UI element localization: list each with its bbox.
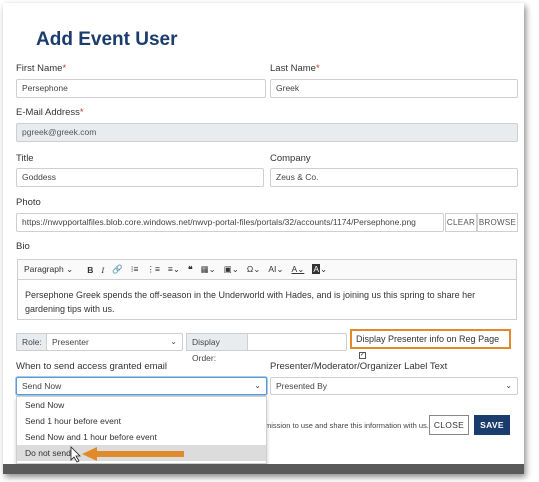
company-input[interactable]: Zeus & Co. — [270, 168, 518, 187]
last-name-input[interactable]: Greek — [270, 79, 518, 98]
display-presenter-toggle[interactable]: Display Presenter info on Reg Page✓ — [350, 329, 511, 360]
chevron-down-icon: ⌄ — [170, 337, 177, 346]
display-order-input[interactable] — [247, 333, 347, 351]
last-name-label: Last Name* — [270, 63, 320, 74]
first-name-input[interactable]: Persephone — [16, 79, 266, 98]
arrow-icon — [82, 447, 184, 461]
email-label: E-Mail Address* — [16, 107, 84, 118]
browse-photo-button[interactable]: BROWSE — [477, 213, 518, 232]
background-color-icon[interactable]: A⌄ — [312, 264, 327, 275]
dropdown-option[interactable]: Send Now — [17, 397, 266, 413]
first-name-label: First Name* — [16, 63, 67, 74]
role-label: Role: — [16, 333, 48, 351]
email-input[interactable]: pgreek@greek.com — [16, 123, 518, 142]
table-icon[interactable]: ▦⌄ — [201, 264, 216, 275]
paragraph-format-select[interactable]: Paragraph ⌄ — [24, 264, 73, 275]
chevron-down-icon: ⌄ — [505, 381, 512, 390]
close-button[interactable]: CLOSE — [429, 415, 469, 435]
media-icon[interactable]: ▣⌄ — [224, 264, 239, 275]
bio-label: Bio — [16, 241, 30, 252]
bio-editor[interactable]: Persephone Greek spends the off-season i… — [17, 279, 517, 320]
dropdown-option[interactable]: Send Now and 1 hour before event — [17, 429, 266, 445]
title-input[interactable]: Goddess — [16, 168, 264, 187]
add-event-user-dialog: Add Event User First Name* Persephone La… — [3, 3, 524, 474]
email-when-label: When to send access granted email — [16, 361, 168, 372]
dialog-title: Add Event User — [36, 29, 178, 50]
numbered-list-icon[interactable]: ⋮≡ — [146, 264, 159, 275]
bullet-list-icon[interactable]: ⁝≡ — [131, 264, 139, 275]
label-text-select[interactable]: Presented By ⌄ — [270, 377, 518, 395]
clear-photo-button[interactable]: CLEAR — [445, 213, 477, 232]
bottom-strip — [3, 464, 524, 474]
font-color-icon[interactable]: A⌄ — [292, 264, 305, 275]
font-size-icon[interactable]: AI⌄ — [268, 264, 283, 275]
annotation-arrow — [70, 446, 184, 463]
chevron-down-icon: ⌄ — [254, 381, 261, 390]
mouse-cursor-icon — [70, 446, 81, 463]
email-when-select[interactable]: Send Now ⌄ — [16, 377, 267, 395]
align-icon[interactable]: ≡⌄ — [168, 264, 180, 275]
label-text-label: Presenter/Moderator/Organizer Label Text — [270, 361, 448, 372]
bio-editor-toolbar: Paragraph ⌄ B I 🔗 ⁝≡ ⋮≡ ≡⌄ ❝ ▦⌄ ▣⌄ Ω⌄ AI… — [17, 259, 517, 279]
bold-icon[interactable]: B — [87, 265, 93, 275]
link-icon[interactable]: 🔗 — [112, 264, 123, 275]
display-presenter-checkbox[interactable]: ✓ — [359, 352, 366, 360]
photo-url-input[interactable]: https://nwvpportalfiles.blob.core.window… — [16, 213, 444, 232]
quote-icon[interactable]: ❝ — [188, 264, 193, 275]
title-label: Title — [16, 153, 34, 164]
special-chars-icon[interactable]: Ω⌄ — [247, 264, 260, 275]
role-select[interactable]: Presenter ⌄ — [46, 333, 183, 351]
dropdown-option[interactable]: Send 1 hour before event — [17, 413, 266, 429]
company-label: Company — [270, 153, 311, 164]
photo-label: Photo — [16, 197, 41, 208]
save-button[interactable]: SAVE — [474, 415, 510, 435]
display-order-label: Display Order: — [186, 333, 248, 363]
consent-text: mission to use and share this informatio… — [265, 421, 429, 430]
italic-icon[interactable]: I — [101, 265, 104, 275]
